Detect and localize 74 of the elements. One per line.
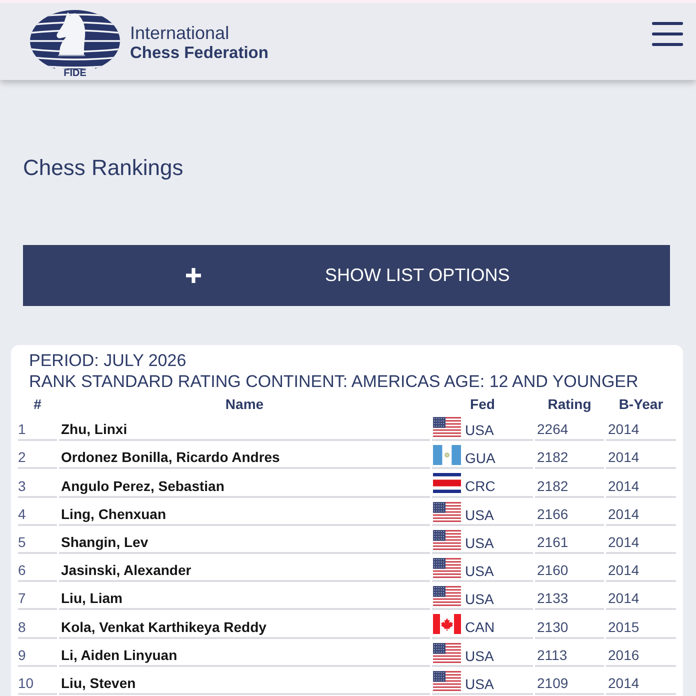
birth-year-cell: 2015 [606,610,676,638]
federation-code: CAN [465,619,495,636]
rank-cell: 6 [18,554,57,582]
birth-year-cell: 2016 [606,638,676,667]
birth-year-cell: 2014 [606,526,676,554]
usa-flag-icon [433,642,461,662]
rating-cell: 2130 [535,610,604,638]
plus-icon [186,268,201,283]
player-name-cell: Kola, Venkat Karthikeya Reddy [59,610,430,638]
federation-code: USA [465,591,494,608]
rank-cell: 1 [18,413,57,442]
rank-cell: 7 [18,582,57,610]
player-name-cell: Li, Aiden Linyuan [59,638,430,667]
rating-cell: 2160 [535,554,604,582]
usa-flag-icon [433,530,461,550]
player-name-cell: Liu, Steven [59,666,430,695]
birth-year-cell: 2014 [606,441,676,470]
rank-cell: 4 [18,498,57,526]
birth-year-cell: 2014 [606,413,676,442]
usa-flag-icon [433,670,461,691]
usa-flag-icon [433,417,461,437]
birth-year-cell: 2014 [606,582,676,610]
federation-code: CRC [465,478,496,496]
usa-flag-icon [433,586,461,606]
canada-flag-icon [433,614,461,634]
period-text: PERIOD: JULY 2026 [29,350,186,371]
birth-year-cell: 2014 [606,469,676,498]
column-header: Rating [546,395,592,413]
federation-code: USA [465,422,494,439]
rating-cell: 2182 [535,441,604,470]
site-name-line: Chess Federation [130,43,268,63]
rating-cell: 2113 [535,638,604,667]
federation-code: GUA [465,450,496,468]
player-name-cell: Ordonez Bonilla, Ricardo Andres [59,441,430,470]
show-options-button[interactable]: SHOW LIST OPTIONS [23,245,670,306]
column-header: # [32,395,42,413]
player-name-cell: Zhu, Linxi [59,413,430,442]
rating-cell: 2166 [535,498,604,526]
site-name-line: International [130,23,230,43]
menu-icon[interactable] [652,22,683,46]
rank-cell: 10 [18,666,57,695]
logo-label: FIDE [64,68,86,78]
rating-cell: 2182 [535,469,604,498]
rank-cell: 5 [18,526,57,554]
rating-cell: 2264 [535,413,604,442]
rank-cell: 8 [18,610,57,638]
federation-code: USA [465,648,494,664]
column-header: Fed [469,395,496,413]
costa-rica-flag-icon [433,473,461,494]
list-description: RANK STANDARD RATING CONTINENT: AMERICAS AGE: 12 AND YOUNGER [29,371,638,392]
birth-year-cell: 2014 [606,554,676,582]
birth-year-cell: 2014 [606,498,676,526]
birth-year-cell: 2014 [606,666,676,695]
player-name-cell: Jasinski, Alexander [59,554,430,582]
player-name-cell: Shangin, Lev [59,526,430,554]
federation-code: USA [465,506,494,524]
rank-cell: 3 [18,469,57,498]
usa-flag-icon [433,502,461,522]
rating-cell: 2161 [535,526,604,554]
page-title: Chess Rankings [23,154,184,182]
column-header: Name [224,395,265,413]
player-name-cell: Angulo Perez, Sebastian [59,469,430,498]
rating-cell: 2109 [535,666,604,695]
federation-code: USA [465,534,494,552]
federation-code: USA [465,562,494,580]
rating-cell: 2133 [535,582,604,610]
usa-flag-icon [433,558,461,578]
player-name-cell: Liu, Liam [59,582,430,610]
guatemala-flag-icon [433,445,461,466]
rank-cell: 2 [18,441,57,470]
rank-cell: 9 [18,638,57,667]
federation-code: USA [465,676,494,693]
player-name-cell: Ling, Chenxuan [59,498,430,526]
column-header: B-Year [618,395,664,413]
